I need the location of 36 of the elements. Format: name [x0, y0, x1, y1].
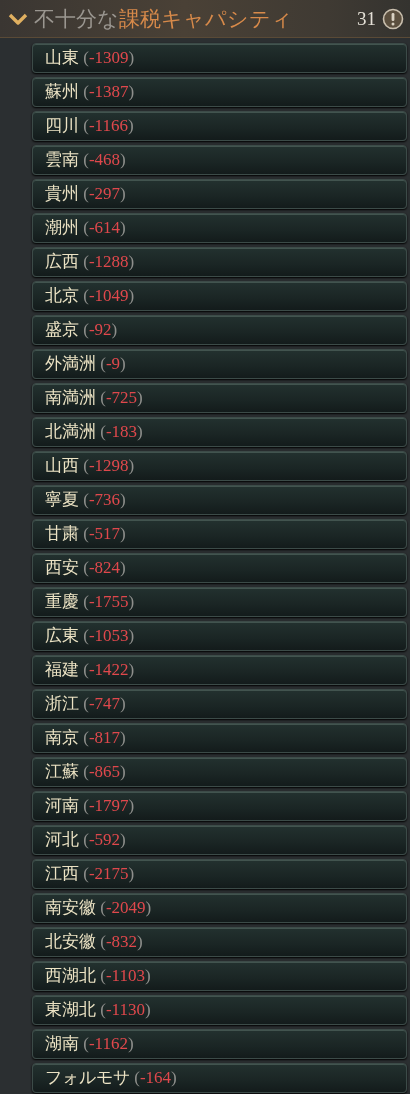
- province-row[interactable]: 西湖北 (-1103): [32, 961, 407, 991]
- collapse-toggle[interactable]: [8, 11, 28, 26]
- province-row[interactable]: 甘粛 (-517): [32, 519, 407, 549]
- province-row[interactable]: 南満洲 (-725): [32, 383, 407, 413]
- province-row[interactable]: 北安徽 (-832): [32, 927, 407, 957]
- province-row[interactable]: 河北 (-592): [32, 825, 407, 855]
- province-row[interactable]: 四川 (-1166): [32, 111, 407, 141]
- province-row[interactable]: 東湖北 (-1130): [32, 995, 407, 1025]
- province-row[interactable]: 外満洲 (-9): [32, 349, 407, 379]
- section-title: 不十分な課税キャパシティ: [34, 5, 294, 33]
- province-row[interactable]: 広西 (-1288): [32, 247, 407, 277]
- province-row[interactable]: 蘇州 (-1387): [32, 77, 407, 107]
- province-row[interactable]: 湖南 (-1162): [32, 1029, 407, 1059]
- count-label: 31: [357, 7, 376, 30]
- province-row[interactable]: 貴州 (-297): [32, 179, 407, 209]
- province-row[interactable]: 広東 (-1053): [32, 621, 407, 651]
- province-row[interactable]: 浙江 (-747): [32, 689, 407, 719]
- province-row[interactable]: 江西 (-2175): [32, 859, 407, 889]
- province-row[interactable]: 福建 (-1422): [32, 655, 407, 685]
- province-row[interactable]: 西安 (-824): [32, 553, 407, 583]
- province-row[interactable]: 北満洲 (-183): [32, 417, 407, 447]
- province-row[interactable]: 寧夏 (-736): [32, 485, 407, 515]
- province-row[interactable]: フォルモサ (-164): [32, 1063, 407, 1093]
- province-row[interactable]: 南安徽 (-2049): [32, 893, 407, 923]
- province-row[interactable]: 雲南 (-468): [32, 145, 407, 175]
- province-row[interactable]: 山西 (-1298): [32, 451, 407, 481]
- province-row[interactable]: 南京 (-817): [32, 723, 407, 753]
- province-row[interactable]: 北京 (-1049): [32, 281, 407, 311]
- province-row[interactable]: 山東 (-1309): [32, 43, 407, 73]
- province-row[interactable]: 河南 (-1797): [32, 791, 407, 821]
- province-row[interactable]: 重慶 (-1755): [32, 587, 407, 617]
- province-row[interactable]: 江蘇 (-865): [32, 757, 407, 787]
- province-row[interactable]: 潮州 (-614): [32, 213, 407, 243]
- chevron-down-icon: [8, 11, 28, 26]
- province-row[interactable]: 盛京 (-92): [32, 315, 407, 345]
- alert-icon: [382, 7, 404, 30]
